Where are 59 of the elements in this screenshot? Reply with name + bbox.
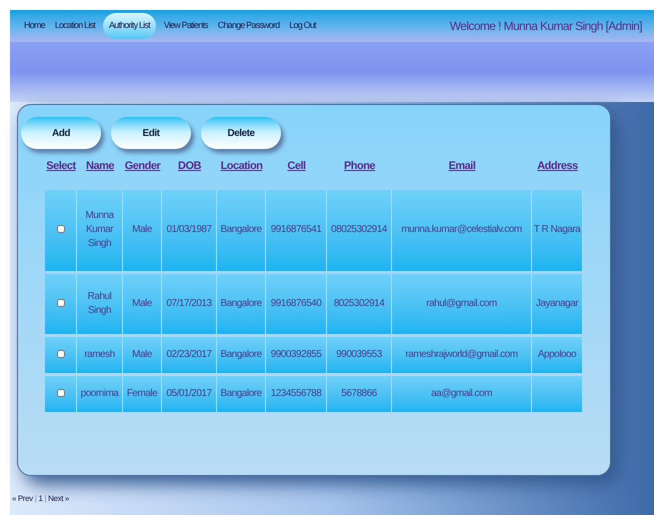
nav-link[interactable]: Authority List (102, 13, 156, 39)
table-cell: Munna Kumar Singh (85, 210, 114, 249)
welcome-text: Welcome ! Munna Kumar Singh [Admin] (450, 18, 642, 35)
nav-link[interactable]: Change Password (216, 13, 282, 39)
table-cell: 8025302914 (334, 298, 384, 308)
column-header[interactable]: Select (46, 160, 76, 172)
column-header[interactable]: Phone (344, 160, 376, 172)
table-cell: Appolooo (538, 348, 576, 360)
action-button[interactable]: Add (21, 117, 101, 149)
pager-link[interactable]: Next » (48, 493, 69, 505)
table-cell: ramesh (84, 348, 115, 360)
nav-link[interactable]: Location List (52, 13, 97, 39)
row-checkbox[interactable] (56, 388, 64, 398)
table-cell: Bangalore (220, 388, 262, 398)
table-cell: Male (132, 298, 152, 308)
row-checkbox[interactable] (56, 298, 64, 308)
row-checkbox[interactable] (56, 224, 64, 234)
table-cell: Jayanagar (536, 298, 578, 308)
table-cell: 9916876540 (270, 298, 322, 308)
pager-link[interactable]: 1 (38, 493, 42, 505)
table-cell: 9900392855 (270, 348, 322, 360)
table-cell: 05/01/2017 (166, 388, 212, 398)
column-header[interactable]: Name (86, 160, 114, 172)
column-header[interactable]: Gender (124, 160, 160, 172)
pager-link[interactable]: « Prev (12, 493, 33, 505)
table-cell: Female (126, 388, 158, 398)
table-cell: 08025302914 (331, 224, 387, 235)
action-button[interactable]: Edit (111, 117, 191, 149)
table-cell: aa@gmail.com (431, 388, 492, 398)
row-checkbox[interactable] (56, 348, 64, 359)
nav-link[interactable]: Log Out (287, 13, 318, 39)
table-cell: 07/17/2013 (166, 298, 212, 308)
table-cell: 01/03/1987 (166, 224, 212, 235)
nav-link[interactable]: Home (22, 13, 47, 39)
column-header[interactable]: Cell (287, 160, 306, 172)
table-cell: 990039553 (336, 348, 382, 360)
column-header[interactable]: Address (537, 160, 578, 172)
table-cell: 1234556788 (270, 388, 322, 398)
table-cell: Rahul Singh (88, 290, 112, 316)
column-header[interactable]: DOB (178, 160, 201, 172)
table-cell: Male (132, 224, 152, 235)
table-cell: rameshrajworld@gmail.com (405, 348, 518, 360)
pager-separator: | (44, 493, 46, 505)
table-cell: Bangalore (220, 224, 262, 235)
column-header[interactable]: Location (220, 160, 262, 172)
column-header[interactable]: Email (448, 160, 476, 172)
action-button[interactable]: Delete (201, 117, 281, 149)
table-cell: poornima (80, 388, 118, 398)
nav-link[interactable]: View Patients (162, 13, 210, 39)
table-cell: Bangalore (220, 298, 262, 308)
table-cell: rahul@gmail.com (426, 298, 497, 308)
table-cell: Bangalore (220, 348, 262, 360)
table-cell: Male (132, 348, 152, 360)
table-cell: T R Nagara (534, 224, 580, 235)
pager-separator: | (34, 493, 36, 505)
table-cell: 9916876541 (270, 224, 322, 235)
table-cell: munna.kumar@celestialv.com (401, 224, 522, 235)
table-cell: 02/23/2017 (166, 348, 212, 360)
table-cell: 5678866 (341, 388, 377, 398)
